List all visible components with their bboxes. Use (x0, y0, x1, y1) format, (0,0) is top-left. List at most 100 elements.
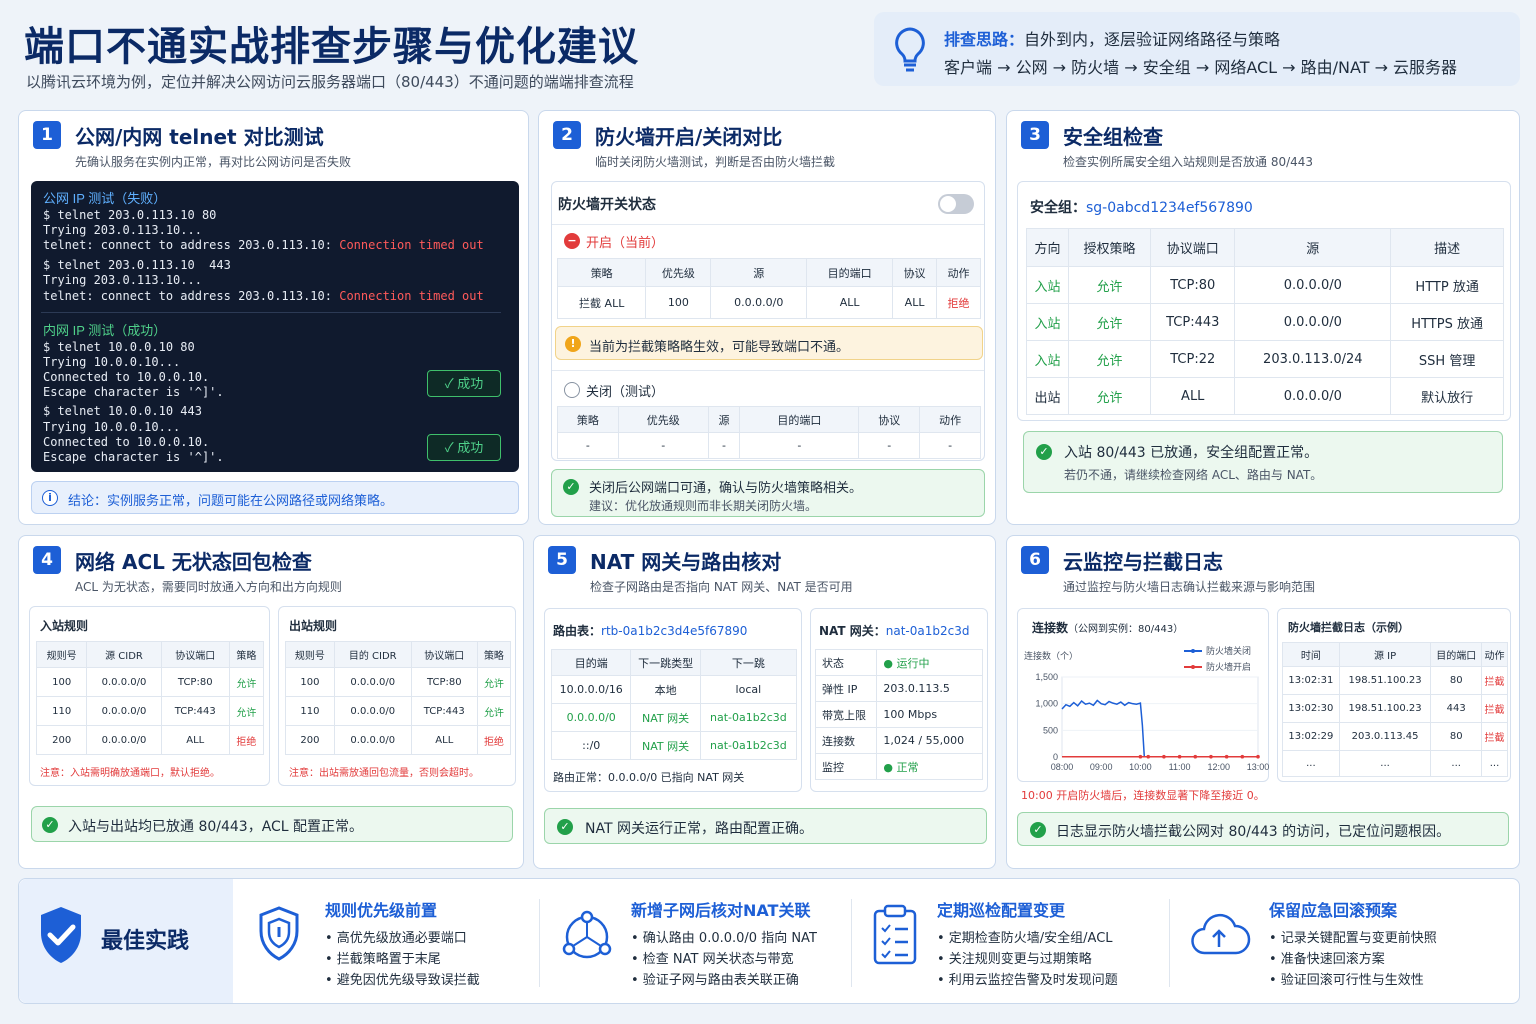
sg-id-link[interactable]: sg-0abcd1234ef567890 (1086, 200, 1253, 216)
practice-bullet: • 验证子网与路由表关联正确 (631, 973, 799, 988)
security-group-table: 方向 授权策略 协议端口源描述 入站 允许 TCP:80 0.0.0.0/0 HTTP 放通… (1026, 228, 1504, 415)
result-text: 入站 80/443 已放通，安全组配置正常。 (1064, 445, 1319, 461)
terminal-line: $ telnet 10.0.0.10 80 (43, 340, 195, 354)
firewall-off-table: 策略 优先级源目的端口 协议 动作 ------ (557, 406, 981, 459)
route-table-label: 路由表：rtb-0a1b2c3d4e5f67890 (553, 624, 748, 638)
chart-note: 10:00 开启防火墙后，连接数显著下降至接近 0。 (1021, 789, 1265, 802)
firewall-state-title: 防火墙开关状态 (558, 197, 656, 213)
result-text: 关闭后公网端口可通，确认与防火墙策略相关。 (589, 481, 863, 496)
practice-bullet: • 记录关键配置与变更前快照 (1269, 931, 1437, 946)
route-note: 路由正常：0.0.0.0/0 已指向 NAT 网关 (553, 771, 745, 784)
practice-title: 规则优先级前置 (325, 901, 438, 920)
check-circle-icon: ● (883, 760, 897, 774)
chart-ylabel: 连接数（个） (1024, 650, 1078, 661)
firewall-log-table: 时间源 IP 目的端口 动作 13:02:31 198.51.100.23 80 拦截 1… (1282, 642, 1508, 777)
firewall-state-panel: 防火墙开关状态 − 开启（当前） 策略 优先级源目的端口 协议 动作 拦截 ALL 10… (551, 181, 985, 461)
terminal-output: 公网 IP 测试（失败） $ telnet 203.0.113.10 80 Tr… (31, 181, 519, 472)
data-point (1209, 754, 1213, 759)
firewall-log-panel: 防火墙拦截日志（示例） 时间源 IP 目的端口 动作 13:02:31 198.51.… (1277, 608, 1511, 782)
lightbulb-icon (888, 25, 932, 79)
practice-bullet: • 准备快速回滚方案 (1269, 952, 1385, 967)
terminal-line: Connected to 10.0.0.10. (43, 435, 210, 449)
outbound-title: 出站规则 (289, 619, 338, 633)
card-subtitle: ACL 为无状态，需要同时放通入方向和出方向规则 (75, 580, 342, 594)
cloud-upload-icon (1187, 907, 1251, 963)
data-point (1256, 754, 1260, 759)
tip-path: 客户端 → 公网 → 防火墙 → 安全组 → 网络ACL → 路由/NAT → … (944, 58, 1458, 77)
step-number: 3 (1021, 121, 1049, 149)
card-monitoring: 6 云监控与拦截日志 通过监控与防火墙日志确认拦截来源与影响范围 连接数（公网到… (1006, 535, 1520, 869)
inbound-title: 入站规则 (40, 619, 89, 633)
terminal-line: $ telnet 10.0.0.10 443 (43, 404, 202, 418)
result-note: 若仍不通，请继续检查网络 ACL、路由与 NAT。 (1064, 468, 1323, 482)
connections-chart: 连接数（个） 防火墙关闭 防火墙开启 1,500 1,000 500 008:00 09… (1024, 645, 1269, 772)
result-text: NAT 网关运行正常，路由配置正确。 (585, 821, 813, 837)
check-icon: ✓ (444, 376, 458, 391)
warning-icon: ! (565, 336, 581, 352)
warning-box: ! 当前为拦截策略略生效，可能导致端口不通。 (555, 326, 983, 360)
card-subtitle: 临时关闭防火墙测试，判断是否由防火墙拦截 (595, 155, 836, 169)
log-title: 防火墙拦截日志（示例） (1288, 621, 1409, 634)
nat-id[interactable]: nat-0a1b2c3d (886, 624, 970, 638)
practice-item: 定期巡检配置变更 • 定期检查防火墙/安全组/ACL • 关注规则变更与过期策略… (851, 879, 1169, 1003)
plot-area: 1,500 1,000 500 008:00 09:00 10:00 11:00 12:00 1… (1035, 672, 1269, 772)
state-off-label: 关闭（测试） (586, 385, 665, 400)
terminal-line: Escape character is '^]'. (43, 385, 224, 399)
radio-off[interactable] (564, 382, 580, 398)
card-security-group: 3 安全组检查 检查实例所属安全组入站规则是否放通 80/443 安全组：sg-… (1006, 110, 1520, 525)
card-subtitle: 检查子网路由是否指向 NAT 网关、NAT 是否可用 (590, 580, 853, 594)
result-text: 入站与出站均已放通 80/443，ACL 配置正常。 (68, 819, 364, 835)
practice-bullet: • 拦截策略置于末尾 (325, 952, 441, 967)
security-group-panel: 安全组：sg-0abcd1234ef567890 方向 授权策略 协议端口源描述 入… (1017, 181, 1511, 421)
terminal-line: Trying 10.0.0.10... (43, 355, 181, 369)
terminal-line: Trying 203.0.113.10... (43, 223, 202, 237)
check-circle-icon: ✓ (1030, 822, 1046, 838)
practice-bullet: • 检查 NAT 网关状态与带宽 (631, 952, 794, 967)
y-tick-label: 1,000 (1035, 699, 1058, 709)
card-subtitle: 先确认服务在实例内正常，再对比公网访问是否失败 (75, 155, 352, 169)
shield-icon (255, 905, 303, 967)
practice-bullet: • 高优先级放通必要端口 (325, 931, 467, 946)
practice-item: 保留应急回滚预案 • 记录关键配置与变更前快照 • 准备快速回滚方案 • 验证回… (1169, 879, 1519, 1003)
card-nat-route: 5 NAT 网关与路由核对 检查子网路由是否指向 NAT 网关、NAT 是否可用… (533, 535, 996, 869)
y-tick-label: 500 (1043, 725, 1058, 735)
info-icon: i (42, 490, 58, 506)
result-box: ✓ 日志显示防火墙拦截公网对 80/443 的访问，已定位问题根因。 (1017, 812, 1509, 846)
card-title: 安全组检查 (1063, 125, 1163, 149)
card-network-acl: 4 网络 ACL 无状态回包检查 ACL 为无状态，需要同时放通入方向和出方向规… (18, 535, 524, 869)
card-title: 防火墙开启/关闭对比 (595, 125, 783, 149)
private-test-title: 内网 IP 测试（成功） (43, 323, 167, 338)
card-firewall: 2 防火墙开启/关闭对比 临时关闭防火墙测试，判断是否由防火墙拦截 防火墙开关状… (538, 110, 996, 525)
check-icon: ✓ (444, 440, 458, 455)
x-tick-label: 12:00 (1208, 762, 1231, 772)
route-table-id[interactable]: rtb-0a1b2c3d4e5f67890 (601, 624, 747, 638)
x-tick-label: 11:00 (1169, 762, 1191, 772)
inbound-note: 注意：入站需明确放通端口，默认拒绝。 (40, 768, 220, 779)
practice-bullet: • 避免因优先级导致误拦截 (325, 973, 480, 988)
result-box: ✓ 入站与出站均已放通 80/443，ACL 配置正常。 (31, 806, 513, 842)
tip-box: 排查思路：自外到内，逐层验证网络路径与策略 客户端 → 公网 → 防火墙 → 安… (874, 12, 1520, 86)
firewall-toggle[interactable] (938, 194, 974, 214)
terminal-line: Trying 203.0.113.10... (43, 273, 202, 287)
terminal-line: Connected to 10.0.0.10. (43, 370, 210, 384)
conclusion-box: i 结论：实例服务正常，问题可能在公网路径或网络策略。 (31, 481, 519, 514)
card-title: 云监控与拦截日志 (1063, 550, 1223, 574)
route-table-panel: 路由表：rtb-0a1b2c3d4e5f67890 目的端 下一跳类型 下一跳 10… (544, 608, 802, 792)
checklist-icon (871, 903, 919, 971)
acl-outbound-panel: 出站规则 规则号 目的 CIDR 协议端口 策略 100 0.0.0.0/0 TCP:80… (278, 606, 516, 786)
acl-inbound-table: 规则号源 CIDR 协议端口 策略 100 0.0.0.0/0 TCP:80 允许 110… (35, 641, 265, 755)
result-box: ✓ 关闭后公网端口可通，确认与防火墙策略相关。 建议：优化放通规则而非长期关闭防… (551, 469, 985, 517)
terminal-line: Escape character is '^]'. (43, 450, 224, 464)
tip-line-1: 排查思路：自外到内，逐层验证网络路径与策略 (944, 30, 1281, 49)
x-tick-label: 13:00 (1247, 762, 1270, 772)
check-circle-icon: ✓ (563, 479, 579, 495)
legend-firewall-off: 防火墙关闭 (1206, 645, 1251, 656)
terminal-line: telnet: connect to address 203.0.113.10:… (43, 238, 484, 252)
firewall-on-table: 策略 优先级源目的端口 协议 动作 拦截 ALL 100 0.0.0.0/0 ALL ALL 拒… (556, 258, 981, 319)
data-point (1162, 754, 1166, 759)
best-practices-header: 最佳实践 (19, 879, 233, 1003)
acl-inbound-panel: 入站规则 规则号源 CIDR 协议端口 策略 100 0.0.0.0/0 TCP:80 允… (29, 606, 270, 786)
practice-bullet: • 定期检查防火墙/安全组/ACL (937, 931, 1113, 946)
practice-item: 新增子网后核对NAT关联 • 确认路由 0.0.0.0/0 指向 NAT • 检… (539, 879, 851, 1003)
route-table: 目的端 下一跳类型 下一跳 10.0.0.0/16 本地 local 0.0.0.0/0… (550, 649, 798, 760)
